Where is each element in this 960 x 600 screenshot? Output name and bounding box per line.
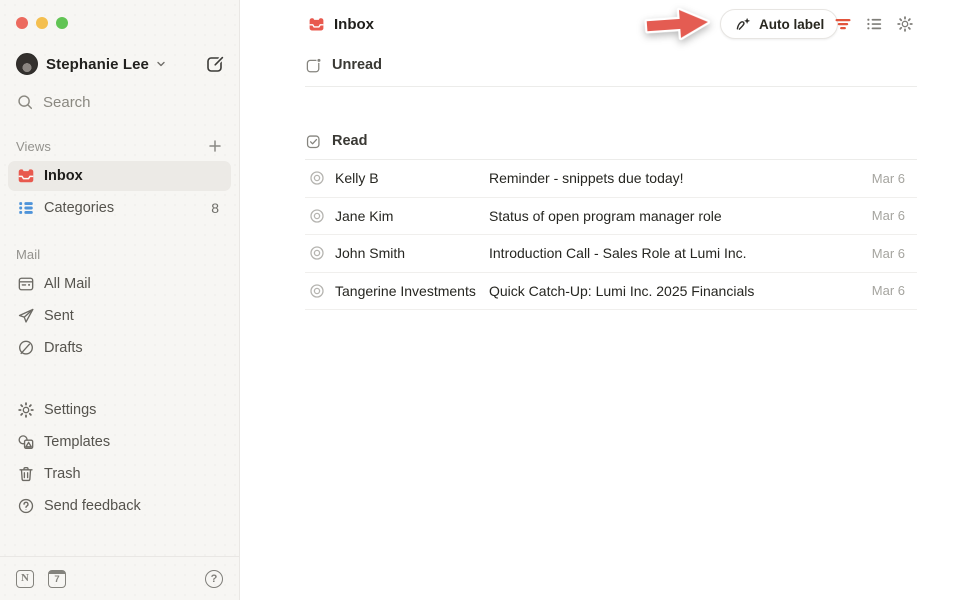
inbox-icon xyxy=(16,166,36,186)
filter-icon[interactable] xyxy=(834,15,852,33)
drafts-icon xyxy=(16,338,36,358)
sidebar-item-drafts[interactable]: Drafts xyxy=(8,333,231,363)
email-sender: Kelly B xyxy=(335,170,489,186)
sidebar-item-templates[interactable]: Templates xyxy=(8,427,231,457)
user-avatar xyxy=(16,53,38,75)
email-date: Mar 6 xyxy=(872,208,917,223)
inbox-icon xyxy=(308,16,325,33)
settings-gear-icon[interactable] xyxy=(896,15,914,33)
categories-count-badge: 8 xyxy=(211,200,223,216)
mail-section-header: Mail xyxy=(16,245,223,263)
page-title-label: Inbox xyxy=(334,16,374,33)
sidebar-item-categories[interactable]: Categories 8 xyxy=(8,193,231,223)
read-status-icon[interactable] xyxy=(310,284,324,298)
email-subject: Status of open program manager role xyxy=(489,208,860,224)
email-list: Kelly B Reminder - snippets due today! M… xyxy=(305,160,917,310)
read-section-header[interactable]: Read xyxy=(305,129,367,153)
all-mail-icon xyxy=(16,274,36,294)
unread-section-header[interactable]: Unread xyxy=(305,53,382,77)
account-switcher[interactable]: Stephanie Lee xyxy=(16,51,225,77)
sidebar-item-label: Templates xyxy=(44,434,110,450)
zoom-window-button[interactable] xyxy=(56,17,68,29)
email-subject: Reminder - snippets due today! xyxy=(489,170,860,186)
inbox-toolbar xyxy=(834,15,914,33)
email-row[interactable]: John Smith Introduction Call - Sales Rol… xyxy=(305,235,917,273)
list-view-icon[interactable] xyxy=(865,15,883,33)
email-subject: Quick Catch-Up: Lumi Inc. 2025 Financial… xyxy=(489,283,860,299)
compose-icon[interactable] xyxy=(205,54,225,74)
sidebar-item-all-mail[interactable]: All Mail xyxy=(8,269,231,299)
chevron-down-icon xyxy=(155,58,167,70)
email-date: Mar 6 xyxy=(872,171,917,186)
send-icon xyxy=(16,306,36,326)
annotation-arrow-icon xyxy=(641,0,718,49)
email-subject: Introduction Call - Sales Role at Lumi I… xyxy=(489,245,860,261)
sidebar-item-settings[interactable]: Settings xyxy=(8,395,231,425)
page-title: Inbox xyxy=(308,14,374,34)
notion-logo-icon[interactable]: N xyxy=(16,570,34,588)
help-icon[interactable]: ? xyxy=(205,570,223,588)
sidebar-item-label: All Mail xyxy=(44,276,91,292)
sidebar-footer: N 7 ? xyxy=(0,556,239,600)
sidebar-item-trash[interactable]: Trash xyxy=(8,459,231,489)
sidebar-item-label: Categories xyxy=(44,200,114,216)
sidebar-item-label: Send feedback xyxy=(44,498,141,514)
sidebar-item-label: Settings xyxy=(44,402,96,418)
sidebar-item-send-feedback[interactable]: Send feedback xyxy=(8,491,231,521)
inbox-pane: Inbox Auto label xyxy=(240,0,960,600)
email-sender: Jane Kim xyxy=(335,208,489,224)
unread-icon xyxy=(305,57,322,74)
sidebar-item-label: Sent xyxy=(44,308,74,324)
sidebar-item-sent[interactable]: Sent xyxy=(8,301,231,331)
categories-icon xyxy=(16,198,36,218)
search-button[interactable]: Search xyxy=(16,89,223,115)
unread-section-label: Unread xyxy=(332,57,382,73)
sidebar-item-label: Drafts xyxy=(44,340,83,356)
close-window-button[interactable] xyxy=(16,17,28,29)
auto-label-button[interactable]: Auto label xyxy=(720,9,838,39)
sidebar-item-label: Inbox xyxy=(44,168,83,184)
email-row[interactable]: Tangerine Investments Quick Catch-Up: Lu… xyxy=(305,273,917,311)
minimize-window-button[interactable] xyxy=(36,17,48,29)
auto-label-sparkle-icon xyxy=(734,15,752,33)
window-controls xyxy=(0,0,239,29)
read-checkbox-icon xyxy=(305,133,322,150)
read-status-icon[interactable] xyxy=(310,171,324,185)
templates-shapes-icon xyxy=(16,432,36,452)
auto-label-button-label: Auto label xyxy=(759,17,824,32)
email-sender: Tangerine Investments xyxy=(335,283,489,299)
gear-icon xyxy=(16,400,36,420)
views-section-label: Views xyxy=(16,139,51,154)
email-date: Mar 6 xyxy=(872,246,917,261)
read-section-label: Read xyxy=(332,133,367,149)
user-name: Stephanie Lee xyxy=(46,56,149,73)
app-window: Stephanie Lee Search Views xyxy=(0,0,960,600)
read-status-icon[interactable] xyxy=(310,246,324,260)
views-section-header: Views xyxy=(16,137,223,155)
section-divider xyxy=(305,86,917,87)
question-circle-icon xyxy=(16,496,36,516)
trash-icon xyxy=(16,464,36,484)
read-status-icon[interactable] xyxy=(310,209,324,223)
email-row[interactable]: Kelly B Reminder - snippets due today! M… xyxy=(305,160,917,198)
email-row[interactable]: Jane Kim Status of open program manager … xyxy=(305,198,917,236)
add-view-icon[interactable] xyxy=(207,138,223,154)
email-sender: John Smith xyxy=(335,245,489,261)
sidebar-item-label: Trash xyxy=(44,466,81,482)
email-date: Mar 6 xyxy=(872,283,917,298)
search-label: Search xyxy=(43,94,91,111)
sidebar: Stephanie Lee Search Views xyxy=(0,0,240,600)
search-icon xyxy=(16,93,34,111)
sidebar-item-inbox[interactable]: Inbox xyxy=(8,161,231,191)
calendar-icon[interactable]: 7 xyxy=(48,570,66,588)
mail-section-label: Mail xyxy=(16,247,40,262)
